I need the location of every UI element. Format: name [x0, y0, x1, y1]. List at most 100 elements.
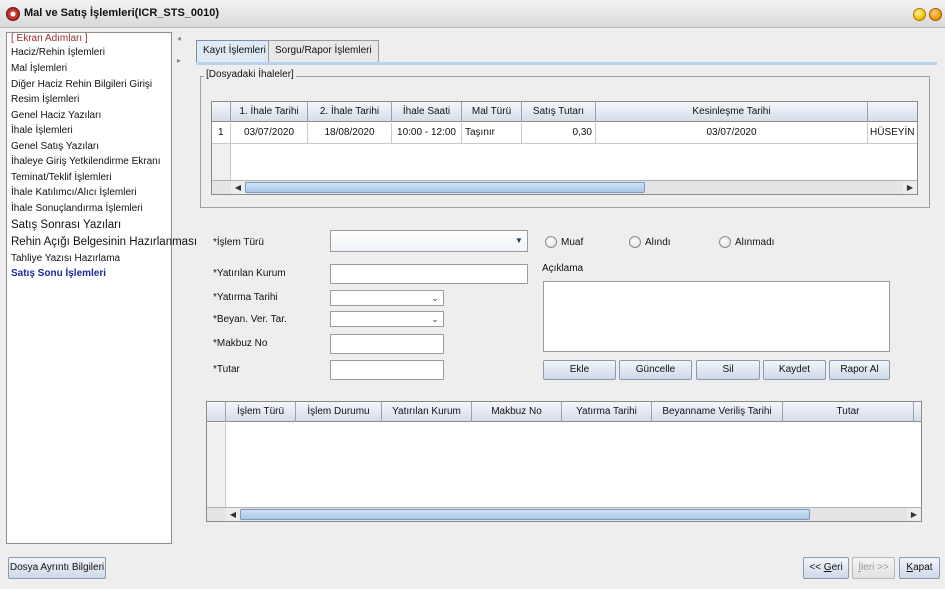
kaydet-button[interactable]: Kaydet	[763, 360, 826, 380]
ileri-button[interactable]: İleri >>	[852, 557, 895, 579]
geri-button[interactable]: << Geri	[803, 557, 849, 579]
sidebar-item-diger-haciz[interactable]: Diğer Haciz Rehin Bilgileri Girişi	[11, 79, 152, 90]
ihaleler-table[interactable]: 1. İhale Tarihi 2. İhale Tarihi İhale Sa…	[211, 101, 918, 195]
sidebar-item-satis-sonrasi[interactable]: Satış Sonrası Yazıları	[11, 219, 121, 231]
col-kesinlesme-tarihi[interactable]: Kesinleşme Tarihi	[596, 102, 868, 122]
radio-muaf-label[interactable]: Muaf	[561, 237, 583, 248]
scroll-thumb[interactable]	[240, 509, 810, 520]
ihaleler-hscroll[interactable]: ◀ ▶	[212, 180, 917, 194]
sidebar-steps: [ Ekran Adımları ] Haciz/Rehin İşlemleri…	[6, 32, 197, 544]
tab-kayit-islemleri[interactable]: Kayıt İşlemleri	[196, 40, 273, 62]
ekle-button[interactable]: Ekle	[543, 360, 616, 380]
geri-prefix: <<	[809, 562, 824, 573]
beyan-ver-tar-input[interactable]: ⌄	[330, 311, 444, 327]
sidebar-item-haciz-rehin[interactable]: Haciz/Rehin İşlemleri	[11, 47, 105, 58]
col-extra[interactable]	[868, 102, 917, 122]
row-divider	[212, 143, 917, 144]
col-tutar[interactable]: Tutar	[783, 402, 914, 422]
guncelle-button[interactable]: Güncelle	[619, 360, 692, 380]
sidebar-item-genel-satis[interactable]: Genel Satış Yazıları	[11, 141, 99, 152]
sidebar-item-mal-islemleri[interactable]: Mal İşlemleri	[11, 63, 67, 74]
yatirma-tarihi-input[interactable]: ⌄	[330, 290, 444, 306]
label-yatirilan-kurum: *Yatırılan Kurum	[213, 268, 286, 279]
label-tutar: *Tutar	[213, 364, 240, 375]
col-ihale-saati[interactable]: İhale Saati	[392, 102, 462, 122]
tutar-input[interactable]	[330, 360, 444, 380]
scroll-thumb[interactable]	[245, 182, 645, 193]
ileri-rest: leri >>	[860, 562, 889, 573]
chevron-down-icon[interactable]: ⌄	[427, 291, 443, 305]
row-header-strip	[207, 423, 226, 507]
col-makbuz-no[interactable]: Makbuz No	[472, 402, 562, 422]
minimize-icon[interactable]	[913, 8, 926, 21]
sidebar-item-katilimci[interactable]: İhale Katılımcı/Alıcı İşlemleri	[11, 187, 137, 198]
sidebar-item-teminat[interactable]: Teminat/Teklif İşlemleri	[11, 172, 112, 183]
table-cell[interactable]: 03/07/2020	[596, 123, 868, 143]
sidebar-item-genel-haciz[interactable]: Genel Haciz Yazıları	[11, 110, 101, 121]
sidebar-item-sonuclandirma[interactable]: İhale Sonuçlandırma İşlemleri	[11, 203, 143, 214]
sidebar-item-satis-sonu[interactable]: Satış Sonu İşlemleri	[11, 268, 106, 279]
islemler-hscroll[interactable]: ◀ ▶	[207, 507, 921, 521]
sidebar-item-resim[interactable]: Resim İşlemleri	[11, 94, 79, 105]
table-cell[interactable]: 0,30	[522, 123, 596, 143]
col-extra	[914, 402, 921, 422]
arrow-right-icon[interactable]: ▶	[907, 508, 921, 521]
app-logo-icon	[6, 7, 20, 21]
islemler-table-header: İşlem Türü İşlem Durumu Yatırılan Kurum …	[207, 402, 921, 422]
row-selector-header[interactable]	[212, 102, 231, 122]
col-islem-turu[interactable]: İşlem Türü	[226, 402, 296, 422]
islem-turu-select[interactable]: ▼	[330, 230, 528, 252]
col-ihale-tarihi-1[interactable]: 1. İhale Tarihi	[231, 102, 308, 122]
expand-right-icon[interactable]: ▸	[177, 56, 181, 65]
sidebar-item-ihale[interactable]: İhale İşlemleri	[11, 125, 73, 136]
label-yatirma-tarihi: *Yatırma Tarihi	[213, 292, 278, 303]
sil-button[interactable]: Sil	[696, 360, 760, 380]
row-header-strip	[212, 144, 231, 182]
chevron-down-icon[interactable]: ⌄	[427, 312, 443, 326]
row-number: 1	[212, 123, 231, 143]
label-islem-turu: *İşlem Türü	[213, 237, 264, 248]
table-cell[interactable]: Taşınır	[462, 123, 522, 143]
sidebar-item-ihaleye-giris[interactable]: İhaleye Giriş Yetkilendirme Ekranı	[11, 156, 161, 167]
col-beyanname-verilis-tarihi[interactable]: Beyanname Veriliş Tarihi	[652, 402, 783, 422]
sidebar-item-tahliye[interactable]: Tahliye Yazısı Hazırlama	[11, 253, 120, 264]
col-mal-turu[interactable]: Mal Türü	[462, 102, 522, 122]
aciklama-textarea[interactable]	[543, 281, 890, 352]
kapat-button[interactable]: Kapat	[899, 557, 940, 579]
close-icon[interactable]	[929, 8, 942, 21]
col-satis-tutari[interactable]: Satış Tutarı	[522, 102, 596, 122]
chevron-down-icon[interactable]: ▼	[511, 231, 527, 251]
table-cell[interactable]: HÜSEYİN C	[868, 123, 917, 143]
sidebar-header: [ Ekran Adımları ]	[11, 33, 88, 44]
geri-rest: eri	[831, 562, 843, 573]
sidebar-item-rehin-acigi[interactable]: Rehin Açığı Belgesinin Hazırlanması	[11, 236, 197, 248]
arrow-left-icon[interactable]: ◀	[226, 508, 240, 521]
radio-muaf[interactable]	[545, 236, 557, 248]
row-selector-header[interactable]	[207, 402, 226, 422]
islemler-table[interactable]: İşlem Türü İşlem Durumu Yatırılan Kurum …	[206, 401, 922, 522]
rapor-al-button[interactable]: Rapor Al	[829, 360, 890, 380]
radio-alindi[interactable]	[629, 236, 641, 248]
table-cell[interactable]: 10:00 - 12:00	[392, 123, 462, 143]
dosya-ayrinti-button[interactable]: Dosya Ayrıntı Bilgileri	[8, 557, 106, 579]
label-beyan-ver-tar: *Beyan. Ver. Tar.	[213, 314, 287, 325]
tab-sorgu-rapor[interactable]: Sorgu/Rapor İşlemleri	[268, 40, 379, 62]
window-title: Mal ve Satış İşlemleri(ICR_STS_0010)	[24, 7, 220, 19]
col-yatirma-tarihi[interactable]: Yatırma Tarihi	[562, 402, 652, 422]
radio-alindi-label[interactable]: Alındı	[645, 237, 671, 248]
yatirilan-kurum-input[interactable]	[330, 264, 528, 284]
collapse-left-icon[interactable]: ◂	[177, 34, 181, 43]
col-ihale-tarihi-2[interactable]: 2. İhale Tarihi	[308, 102, 392, 122]
radio-alinmadi[interactable]	[719, 236, 731, 248]
arrow-left-icon[interactable]: ◀	[231, 181, 245, 194]
radio-alinmadi-label[interactable]: Alınmadı	[735, 237, 774, 248]
col-islem-durumu[interactable]: İşlem Durumu	[296, 402, 382, 422]
geri-mnemonic: G	[823, 562, 832, 573]
makbuz-no-input[interactable]	[330, 334, 444, 354]
table-cell[interactable]: 03/07/2020	[231, 123, 308, 143]
col-yatirilan-kurum[interactable]: Yatırılan Kurum	[382, 402, 472, 422]
ihaleler-table-header: 1. İhale Tarihi 2. İhale Tarihi İhale Sa…	[212, 102, 917, 122]
arrow-right-icon[interactable]: ▶	[903, 181, 917, 194]
table-cell[interactable]: 18/08/2020	[308, 123, 392, 143]
tab-underline	[196, 62, 937, 65]
